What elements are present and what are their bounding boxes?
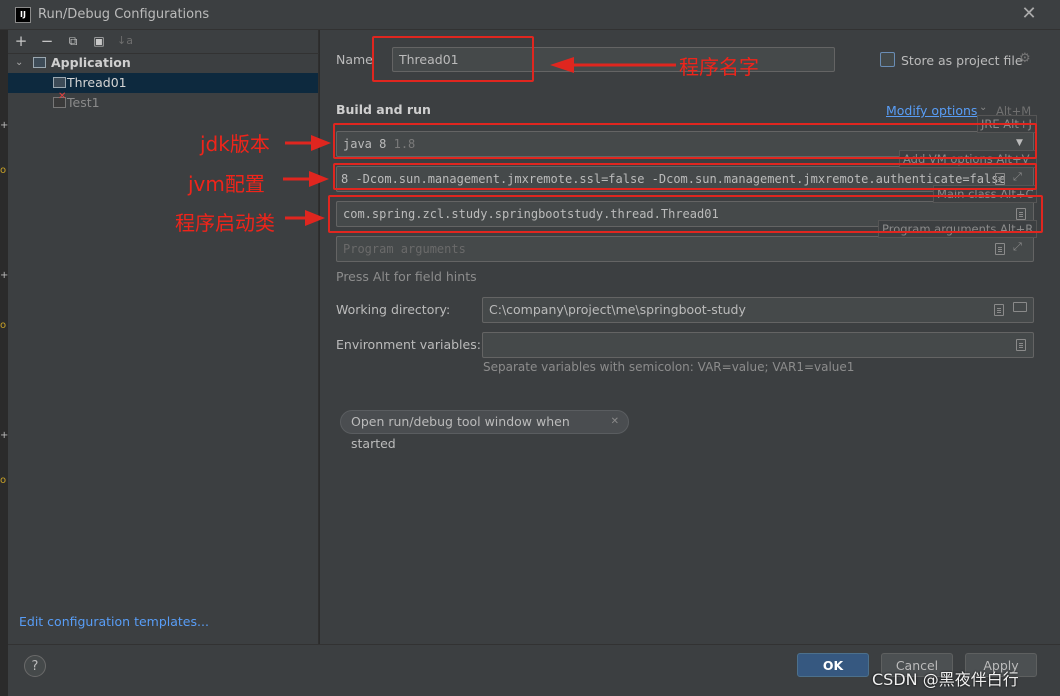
annotation-arrows bbox=[283, 57, 676, 226]
annotation-program-name: 程序名字 bbox=[679, 55, 759, 79]
annotation-jvm-config: jvm配置 bbox=[188, 172, 265, 196]
annotation-jdk-version: jdk版本 bbox=[200, 132, 270, 156]
annotation-main-class: 程序启动类 bbox=[175, 211, 275, 235]
